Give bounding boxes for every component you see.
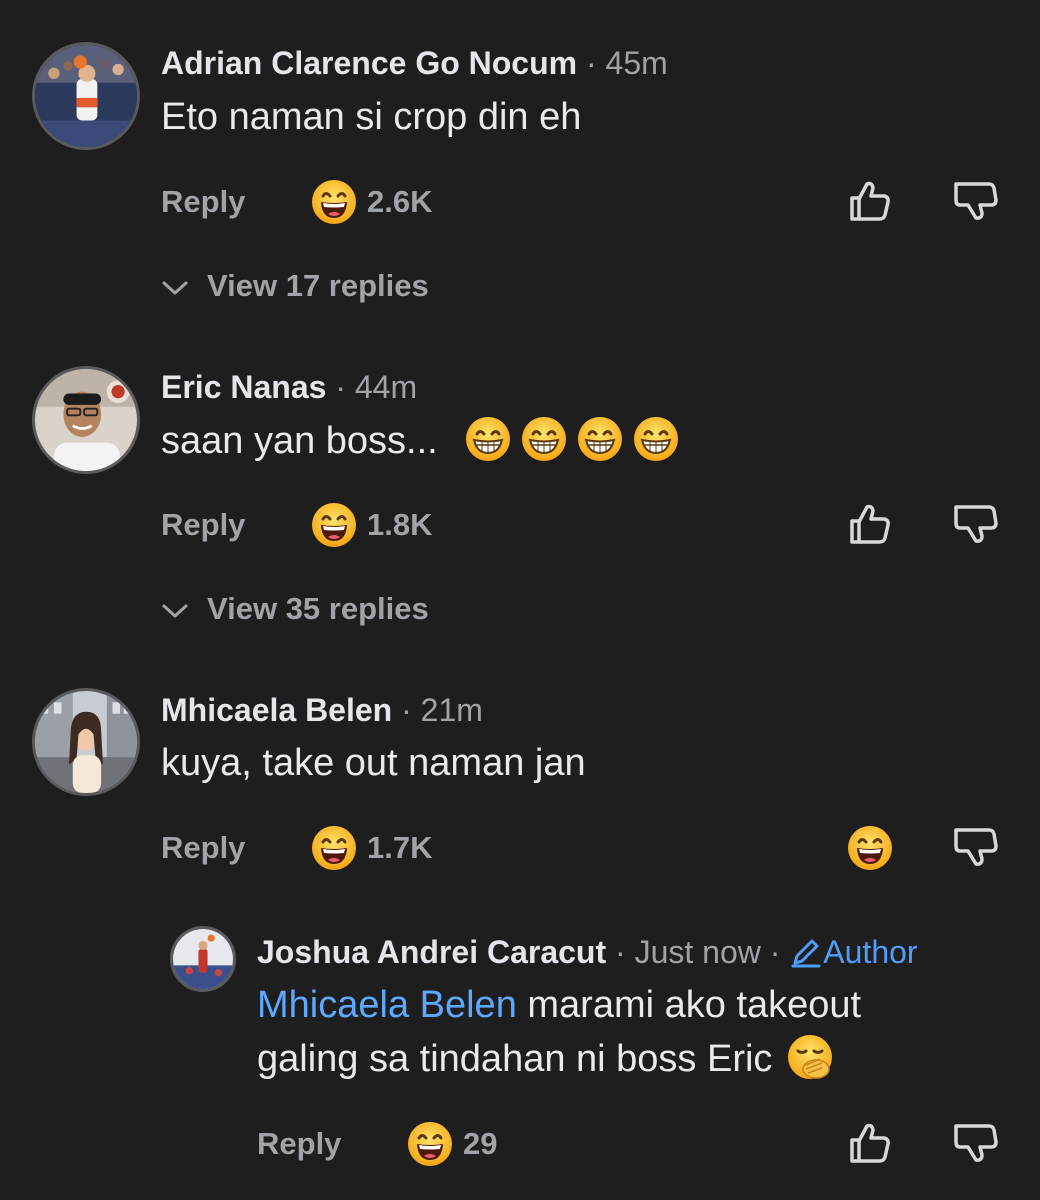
- comment-actions: Reply 1.8K: [0, 495, 1040, 555]
- laughing-emoji-icon[interactable]: [846, 824, 894, 872]
- timestamp: 44m: [354, 369, 418, 405]
- grinning-emoji-icon: [576, 415, 624, 463]
- thumbs-up-outline-icon[interactable]: [847, 178, 893, 224]
- comment-text-content: saan yan boss...: [161, 420, 438, 462]
- thumbs-down-outline-icon[interactable]: [952, 501, 998, 547]
- author-name[interactable]: Eric Nanas: [161, 369, 326, 405]
- author-badge-label: Author: [823, 934, 918, 970]
- reaction-count[interactable]: 29: [463, 1124, 497, 1164]
- reply-header: Joshua Andrei Caracut · Just now · Autho…: [257, 932, 918, 972]
- comment-header: Mhicaela Belen · 21m: [161, 690, 483, 730]
- comment: Eric Nanas · 44m saan yan boss... Reply …: [0, 330, 1040, 660]
- reaction-count[interactable]: 1.7K: [367, 828, 432, 868]
- thumbs-up-outline-icon[interactable]: [847, 501, 893, 547]
- comment: Adrian Clarence Go Nocum · 45m Eto naman…: [0, 0, 1040, 330]
- comment-text: Eto naman si crop din eh: [161, 96, 582, 138]
- chevron-down-icon: [161, 601, 189, 621]
- comment-text: saan yan boss...: [161, 414, 680, 468]
- view-replies-label: View 35 replies: [207, 591, 429, 626]
- author-badge: Author: [789, 934, 918, 970]
- pencil-icon: [791, 939, 821, 968]
- laughing-emoji-icon[interactable]: [310, 178, 358, 226]
- reaction-count[interactable]: 2.6K: [367, 182, 432, 222]
- grinning-emoji-icon: [464, 415, 512, 463]
- separator: ·: [585, 45, 597, 81]
- avatar[interactable]: [32, 366, 140, 474]
- separator: ·: [335, 369, 346, 405]
- view-replies-button[interactable]: View 35 replies: [161, 589, 429, 629]
- reply-actions: Reply 29: [0, 1114, 1040, 1174]
- user-mention-link[interactable]: Mhicaela Belen: [257, 984, 517, 1026]
- avatar[interactable]: [170, 926, 236, 992]
- view-replies-button[interactable]: View 17 replies: [161, 266, 429, 306]
- reply-text-line1: marami ako takeout: [516, 984, 862, 1026]
- chevron-down-icon: [161, 278, 189, 298]
- reply-text: Mhicaela Belen marami ako takeout: [257, 978, 861, 1032]
- comment-actions: Reply 1.7K: [0, 818, 1040, 878]
- reply-button[interactable]: Reply: [257, 1124, 341, 1164]
- avatar[interactable]: [32, 42, 140, 150]
- laughing-emoji-icon[interactable]: [310, 501, 358, 549]
- view-replies-label: View 17 replies: [207, 268, 429, 303]
- timestamp: 45m: [605, 45, 668, 81]
- reply-button[interactable]: Reply: [161, 505, 245, 545]
- comment: Mhicaela Belen · 21m kuya, take out nama…: [0, 660, 1040, 910]
- timestamp: 21m: [420, 692, 483, 728]
- separator: ·: [769, 934, 781, 970]
- reply-button[interactable]: Reply: [161, 828, 245, 868]
- separator: ·: [401, 692, 412, 728]
- reply-comment: Joshua Andrei Caracut · Just now · Autho…: [0, 910, 1040, 1200]
- reaction-count[interactable]: 1.8K: [367, 505, 432, 545]
- reply-text-continued: galing sa tindahan ni boss Eric: [257, 1032, 834, 1086]
- timestamp: Just now: [634, 934, 761, 970]
- avatar[interactable]: [32, 688, 140, 796]
- author-name[interactable]: Adrian Clarence Go Nocum: [161, 45, 577, 81]
- comment-header: Adrian Clarence Go Nocum · 45m: [161, 43, 668, 83]
- comment-header: Eric Nanas · 44m: [161, 367, 417, 407]
- thumbs-down-outline-icon[interactable]: [952, 1120, 998, 1166]
- grinning-emoji-icon: [632, 415, 680, 463]
- thumbs-up-outline-icon[interactable]: [847, 1120, 893, 1166]
- author-name[interactable]: Mhicaela Belen: [161, 692, 392, 728]
- grinning-emoji-icon: [520, 415, 568, 463]
- laughing-emoji-icon[interactable]: [310, 824, 358, 872]
- hand-over-mouth-emoji-icon: [786, 1033, 834, 1081]
- separator: ·: [615, 934, 626, 970]
- reply-text-line2: galing sa tindahan ni boss Eric: [257, 1038, 773, 1080]
- comment-text: kuya, take out naman jan: [161, 742, 586, 784]
- laughing-emoji-icon[interactable]: [406, 1120, 454, 1168]
- comment-actions: Reply 2.6K: [0, 172, 1040, 232]
- author-name[interactable]: Joshua Andrei Caracut: [257, 934, 606, 970]
- thumbs-down-outline-icon[interactable]: [952, 824, 998, 870]
- thumbs-down-outline-icon[interactable]: [952, 178, 998, 224]
- reply-button[interactable]: Reply: [161, 182, 245, 222]
